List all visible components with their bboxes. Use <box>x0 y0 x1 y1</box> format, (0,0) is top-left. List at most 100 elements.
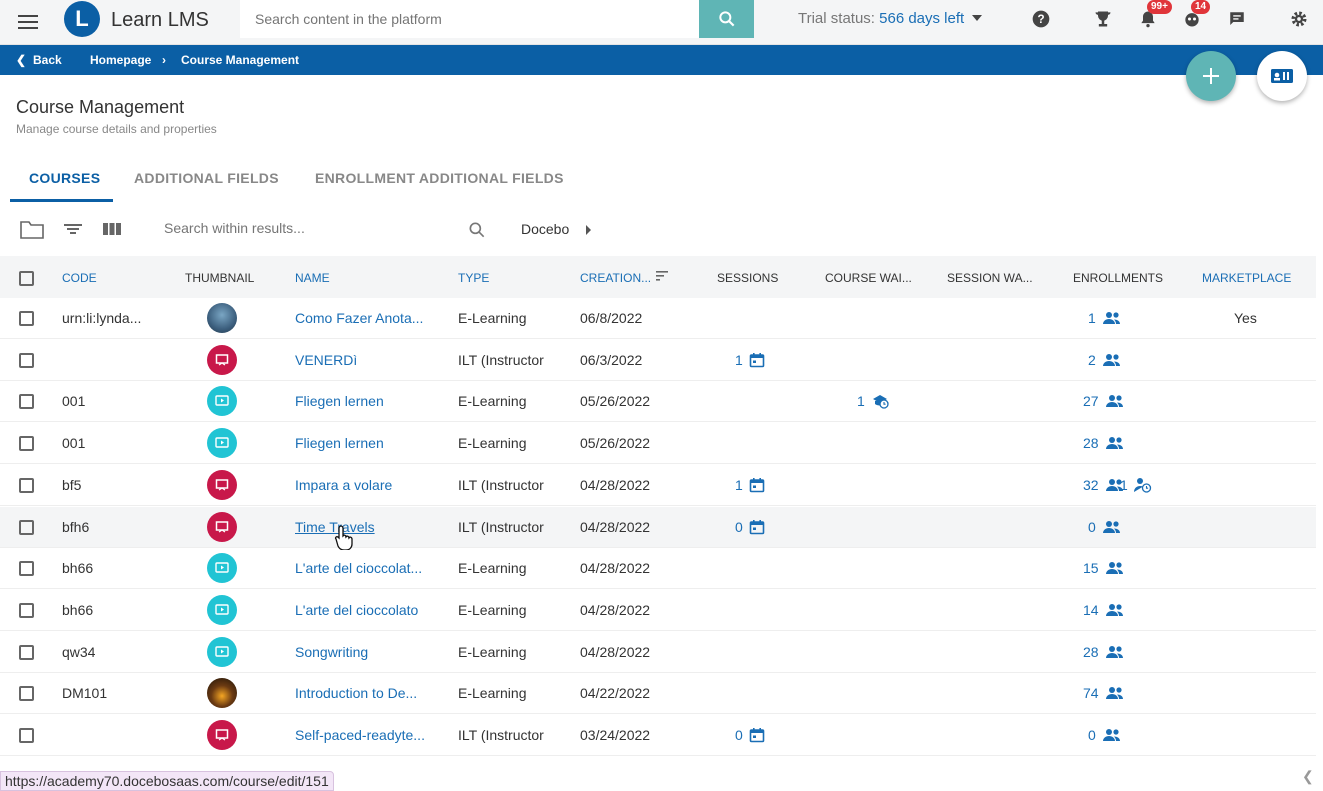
menu-icon[interactable] <box>14 11 42 35</box>
cell-enrollments[interactable]: 2 <box>1088 352 1122 368</box>
column-creation[interactable]: CREATION... <box>580 271 651 285</box>
cell-name-link[interactable]: Self-paced-readyte... <box>295 727 425 743</box>
results-search-input[interactable] <box>164 220 454 236</box>
chat-bot-icon[interactable]: 14 <box>1181 0 1211 30</box>
column-name[interactable]: NAME <box>295 271 330 285</box>
cell-sessions[interactable]: 1 <box>735 477 765 493</box>
column-type[interactable]: TYPE <box>458 271 489 285</box>
row-checkbox[interactable] <box>19 602 34 618</box>
cell-enrollments[interactable]: 32 <box>1083 477 1125 493</box>
table-row[interactable]: bh66 L'arte del cioccolat... E-Learning 04/… <box>0 548 1316 590</box>
enrollments-count: 28 <box>1083 435 1099 452</box>
sort-icon[interactable] <box>655 269 669 286</box>
table-row[interactable]: 001 Fliegen lernen E-Learning 05/26/2022 1 27 <box>0 381 1316 423</box>
row-checkbox[interactable] <box>19 394 34 410</box>
cell-sessions[interactable]: 1 <box>735 352 765 368</box>
search-results-icon[interactable] <box>467 220 493 242</box>
table-row[interactable]: DM101 Introduction to De... E-Learning 04/2… <box>0 673 1316 715</box>
cell-name-link[interactable]: Como Fazer Anota... <box>295 310 423 326</box>
table-row[interactable]: bfh6 Time Travels ILT (Instructor 04/28/202… <box>0 506 1316 548</box>
cell-name-link[interactable]: VENERDì <box>295 352 357 368</box>
platform-search <box>240 0 699 38</box>
chevron-left-icon[interactable]: ❮ <box>16 53 26 67</box>
users-icon <box>1102 353 1122 367</box>
table-row[interactable]: 001 Fliegen lernen E-Learning 05/26/2022 28 <box>0 423 1316 465</box>
table-row[interactable]: urn:li:lynda... Como Fazer Anota... E-Lear… <box>0 298 1316 339</box>
caret-right-icon[interactable] <box>586 225 591 235</box>
cell-creation-date: 03/24/2022 <box>580 727 651 743</box>
cell-enrollments[interactable]: 74 <box>1083 685 1125 701</box>
table-row[interactable]: bf5 Impara a volare ILT (Instructor 04/28/2… <box>0 465 1316 506</box>
column-marketplace[interactable]: MARKETPLACE <box>1202 271 1291 285</box>
platform-search-input[interactable] <box>240 0 699 38</box>
table-row[interactable]: Self-paced-readyte... ILT (Instructor 03/2… <box>0 715 1316 756</box>
cell-name-link[interactable]: Introduction to De... <box>295 685 417 701</box>
filter-icon[interactable] <box>62 218 88 240</box>
table-header: CODE THUMBNAIL NAME TYPE CREATION... SES… <box>0 256 1316 298</box>
status-bar-url: https://academy70.docebosaas.com/course/… <box>0 771 334 791</box>
chevron-left-scroll-icon[interactable]: ❮ <box>1302 768 1314 785</box>
course-thumbnail <box>207 344 237 375</box>
cell-name-link[interactable]: L'arte del cioccolato <box>295 602 418 618</box>
trial-status[interactable]: Trial status: 566 days left <box>798 10 983 27</box>
tab-courses[interactable]: COURSES <box>29 170 100 186</box>
row-checkbox[interactable] <box>19 686 34 702</box>
cell-enrollments[interactable]: 1 <box>1088 310 1122 326</box>
row-checkbox[interactable] <box>19 728 34 743</box>
help-icon[interactable]: ? <box>1030 8 1052 30</box>
row-checkbox[interactable] <box>19 561 34 577</box>
folder-icon[interactable] <box>19 218 45 240</box>
users-icon <box>1102 520 1122 534</box>
cell-code: 001 <box>62 393 86 410</box>
users-icon <box>1102 728 1122 742</box>
cell-enrollments[interactable]: 28 <box>1083 644 1125 660</box>
notifications-icon[interactable]: 99+ <box>1137 0 1172 30</box>
cell-course-waiting[interactable]: 1 <box>857 393 889 409</box>
users-icon <box>1105 645 1125 659</box>
cell-sessions[interactable]: 0 <box>735 519 765 535</box>
search-button[interactable] <box>699 0 754 38</box>
row-checkbox[interactable] <box>19 519 34 535</box>
cell-enrollments[interactable]: 28 <box>1083 435 1125 451</box>
cell-enrollments[interactable]: 0 <box>1088 519 1122 535</box>
course-thumbnail <box>207 386 237 417</box>
tab-enrollment-additional-fields[interactable]: ENROLLMENT ADDITIONAL FIELDS <box>315 170 564 186</box>
trial-days: 566 days left <box>879 10 965 27</box>
cell-name-link[interactable]: Fliegen lernen <box>295 435 384 451</box>
catalog-selector[interactable]: Docebo <box>521 221 569 237</box>
cell-enrollments[interactable]: 15 <box>1083 560 1125 576</box>
row-checkbox[interactable] <box>19 436 34 452</box>
back-link[interactable]: Back <box>33 53 62 67</box>
row-checkbox[interactable] <box>19 644 34 660</box>
cell-session-waiting[interactable]: 1 <box>1120 477 1152 493</box>
cell-name-link[interactable]: Fliegen lernen <box>295 393 384 409</box>
cell-name-link[interactable]: Impara a volare <box>295 477 392 493</box>
trophy-icon[interactable] <box>1092 8 1114 30</box>
settings-icon[interactable] <box>1288 8 1310 30</box>
cell-enrollments[interactable]: 27 <box>1083 393 1125 409</box>
add-course-button[interactable] <box>1186 51 1236 101</box>
column-enrollments: ENROLLMENTS <box>1073 271 1164 285</box>
messages-icon[interactable] <box>1226 8 1248 30</box>
row-checkbox[interactable] <box>19 352 34 368</box>
cell-name-link[interactable]: Songwriting <box>295 644 368 660</box>
columns-icon[interactable] <box>101 218 127 240</box>
course-catalog-button[interactable] <box>1257 51 1307 101</box>
breadcrumb-home[interactable]: Homepage <box>90 53 151 67</box>
chat-badge: 14 <box>1191 0 1211 14</box>
cell-sessions[interactable]: 0 <box>735 727 765 743</box>
cell-name-link[interactable]: L'arte del cioccolat... <box>295 560 422 576</box>
cell-enrollments[interactable]: 14 <box>1083 602 1125 618</box>
column-code[interactable]: CODE <box>62 271 97 285</box>
row-checkbox[interactable] <box>19 477 34 493</box>
enrollments-count: 74 <box>1083 685 1099 702</box>
table-row[interactable]: qw34 Songwriting E-Learning 04/28/2022 28 <box>0 632 1316 673</box>
select-all-checkbox[interactable] <box>19 271 34 286</box>
table-row[interactable]: VENERDì ILT (Instructor 06/3/2022 1 2 <box>0 340 1316 381</box>
cell-type: E-Learning <box>458 601 527 618</box>
cell-creation-date: 04/28/2022 <box>580 560 651 577</box>
table-row[interactable]: bh66 L'arte del cioccolato E-Learning 04/28… <box>0 590 1316 631</box>
row-checkbox[interactable] <box>19 311 34 326</box>
tab-additional-fields[interactable]: ADDITIONAL FIELDS <box>134 170 279 186</box>
cell-enrollments[interactable]: 0 <box>1088 727 1122 743</box>
